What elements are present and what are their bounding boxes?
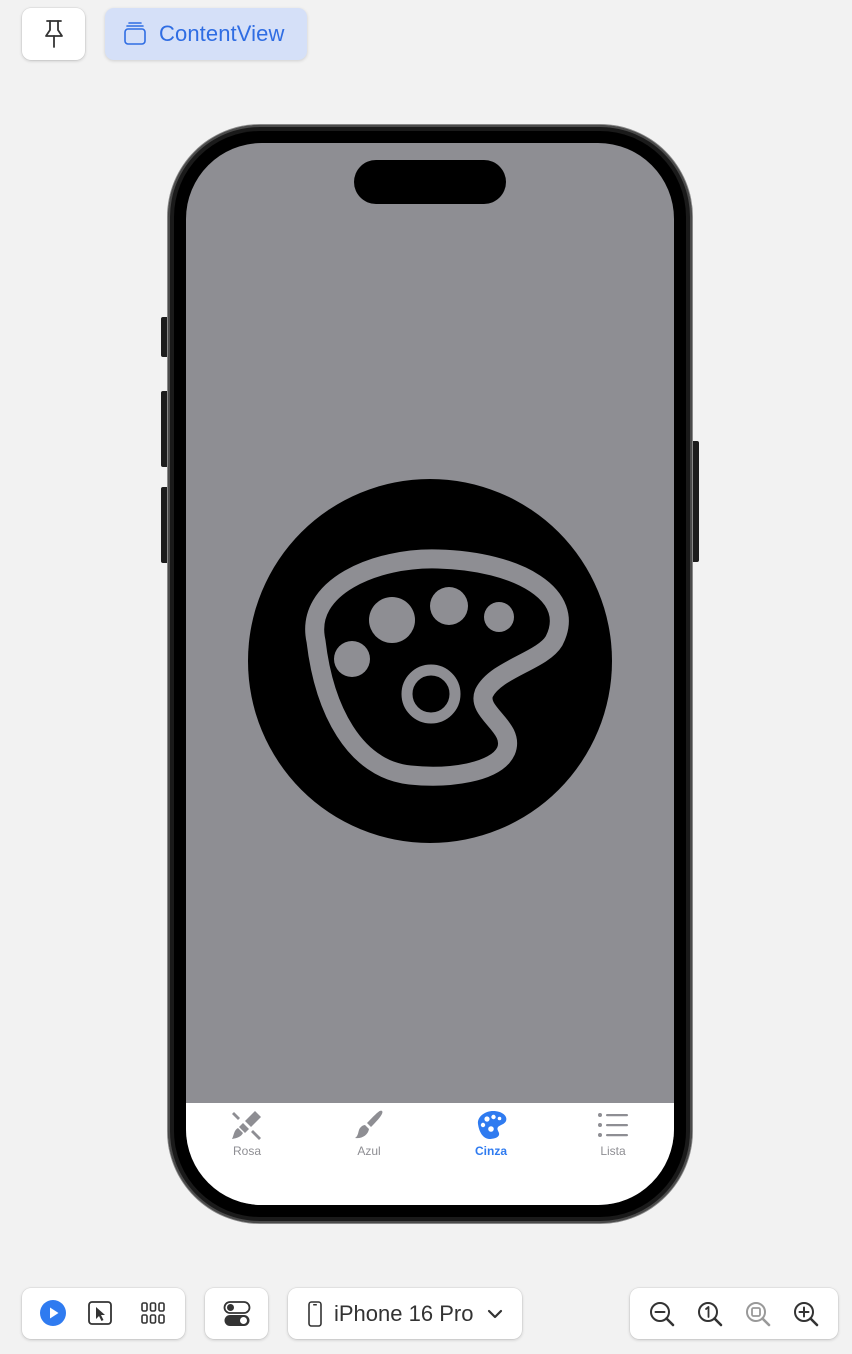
zoom-actual-size-button[interactable]: [696, 1300, 724, 1328]
zoom-controls: [630, 1288, 838, 1339]
pin-button[interactable]: [22, 8, 85, 60]
paintpalette-icon: [474, 1109, 508, 1141]
tab-lista[interactable]: Lista: [573, 1109, 653, 1161]
iphone-icon: [308, 1300, 322, 1327]
device-selector[interactable]: iPhone 16 Pro: [288, 1288, 522, 1339]
zoom-in-icon: [794, 1302, 819, 1327]
paintbrush-pointed-icon: [230, 1109, 264, 1141]
tab-rosa[interactable]: Rosa: [207, 1109, 287, 1161]
phone-screen: Rosa Azul Cinza Lista: [186, 143, 674, 1205]
zoom-actual-size-icon: [698, 1302, 723, 1327]
zoom-to-fit-icon: [746, 1302, 771, 1327]
tab-label: Cinza: [474, 1144, 507, 1158]
content-view-tab[interactable]: ContentView: [105, 8, 307, 60]
cursor-select-icon: [88, 1301, 112, 1325]
iphone-frame: Rosa Azul Cinza Lista: [168, 125, 692, 1223]
tab-label: Azul: [357, 1144, 381, 1158]
power-button: [691, 441, 699, 562]
list-bullet-icon: [596, 1109, 630, 1141]
pin-icon: [44, 20, 63, 48]
zoom-out-icon: [650, 1302, 675, 1327]
device-settings-button[interactable]: [205, 1288, 268, 1339]
paintbrush-icon: [352, 1109, 386, 1141]
dynamic-island: [354, 160, 506, 204]
preview-mode-controls: [22, 1288, 185, 1339]
paintpalette-circle-icon: [248, 479, 612, 843]
toggles-icon: [223, 1300, 250, 1326]
selectable-mode-button[interactable]: [87, 1300, 113, 1326]
tab-bar: Rosa Azul Cinza Lista: [186, 1103, 674, 1205]
play-circle-icon: [40, 1300, 66, 1326]
tab-label: Lista: [600, 1144, 626, 1158]
tab-azul[interactable]: Azul: [329, 1109, 409, 1161]
zoom-in-button[interactable]: [792, 1300, 820, 1328]
variants-grid-button[interactable]: [141, 1302, 165, 1324]
device-name: iPhone 16 Pro: [334, 1300, 474, 1326]
tab-title: ContentView: [159, 21, 285, 46]
stacked-windows-icon: [124, 22, 146, 45]
chevron-down-icon: [488, 1309, 503, 1318]
tab-cinza[interactable]: Cinza: [451, 1109, 531, 1161]
grid-icon: [141, 1302, 165, 1324]
zoom-out-button[interactable]: [648, 1300, 676, 1328]
zoom-to-fit-button[interactable]: [744, 1300, 772, 1328]
live-preview-button[interactable]: [39, 1299, 67, 1327]
tab-label: Rosa: [232, 1144, 261, 1158]
